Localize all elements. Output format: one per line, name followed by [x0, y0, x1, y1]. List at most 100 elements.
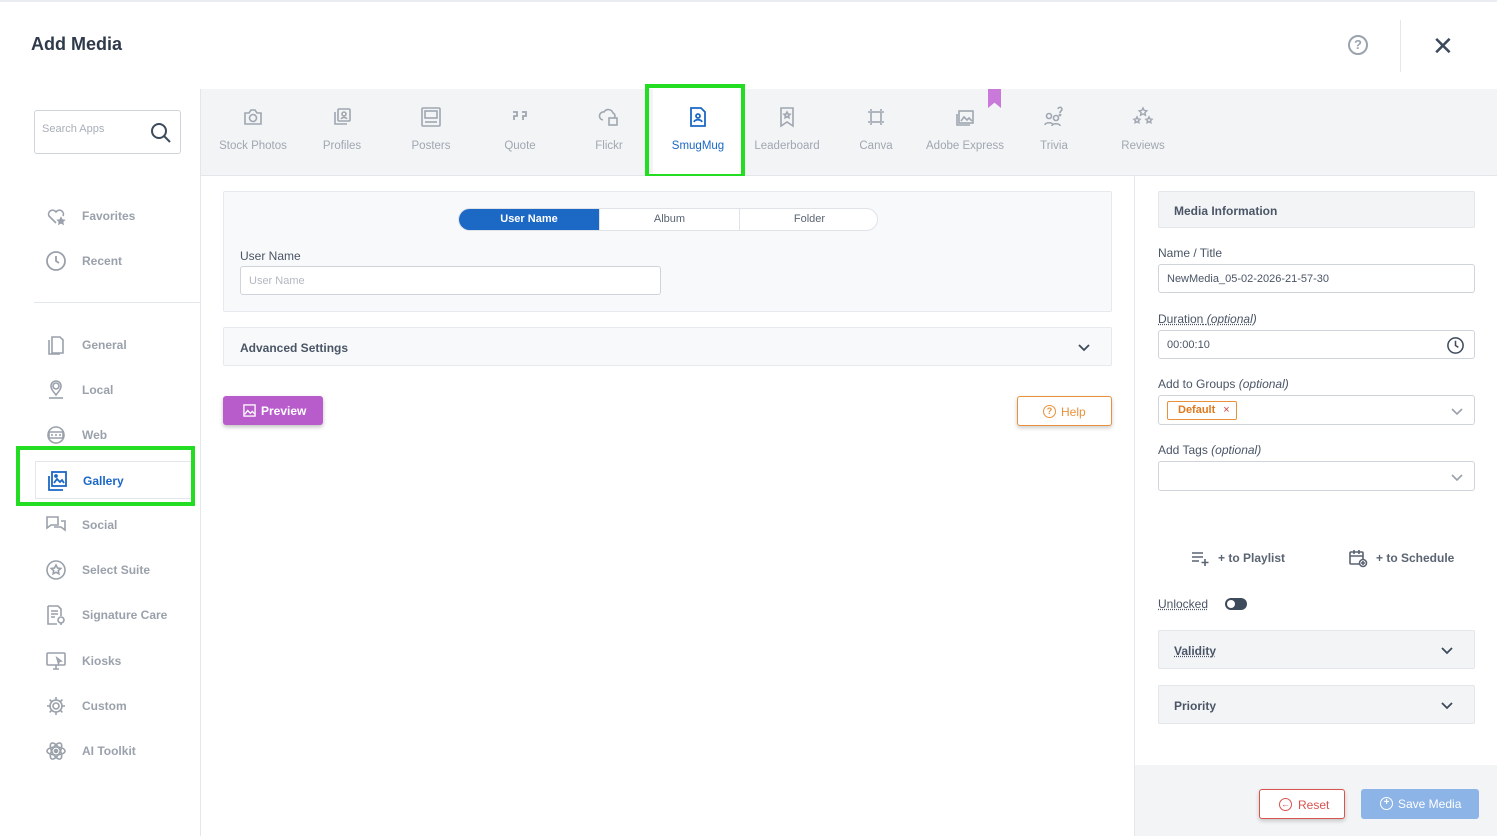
close-icon[interactable]: ✕	[1432, 33, 1454, 59]
optional-tag: (optional)	[1211, 443, 1262, 457]
app-tab-label: Quote	[504, 140, 536, 152]
header-divider	[1400, 20, 1401, 72]
app-tab-posters[interactable]: Posters	[386, 89, 476, 176]
help-button[interactable]: ? Help	[1017, 396, 1112, 426]
app-tab-flickr[interactable]: Flickr	[564, 89, 654, 176]
media-info-panel: Media Information Name / Title Duration …	[1134, 176, 1497, 836]
sidebar-item-web[interactable]: Web	[35, 416, 192, 454]
playlist-add-icon	[1192, 552, 1209, 566]
segment-user-name[interactable]: User Name	[459, 209, 599, 230]
clock-icon	[1447, 337, 1464, 354]
profiles-icon	[334, 108, 351, 125]
app-tab-label: Reviews	[1121, 140, 1165, 152]
preview-label: Preview	[261, 404, 307, 418]
sidebar-item-label: Web	[82, 428, 108, 442]
canva-icon	[868, 109, 884, 125]
reset-button[interactable]: ← Reset	[1259, 789, 1345, 819]
groups-label-text: Add to Groups	[1158, 377, 1236, 391]
trivia-icon	[1044, 106, 1063, 127]
sidebar: Favorites Recent General Local Web Galle…	[0, 176, 201, 836]
segment-album[interactable]: Album	[599, 209, 739, 230]
media-info-heading-label: Media Information	[1174, 204, 1278, 218]
sidebar-item-kiosks[interactable]: Kiosks	[35, 642, 192, 680]
sidebar-item-recent[interactable]: Recent	[35, 242, 192, 280]
app-tab-label: Canva	[859, 140, 893, 152]
gallery-icon	[48, 471, 67, 491]
sidebar-item-label: Kiosks	[82, 654, 122, 668]
optional-tag: (optional)	[1206, 312, 1257, 326]
save-media-button[interactable]: + Save Media	[1361, 789, 1479, 819]
leaderboard-icon	[780, 107, 794, 128]
sidebar-item-label: General	[82, 338, 127, 352]
group-chip-label: Default	[1178, 404, 1216, 416]
segment-folder[interactable]: Folder	[739, 209, 877, 230]
playlist-label: + to Playlist	[1218, 551, 1286, 565]
preview-button[interactable]: Preview	[223, 396, 323, 425]
app-tab-smugmug[interactable]: SmugMug	[653, 89, 743, 176]
ai-toolkit-icon	[46, 742, 66, 760]
app-tab-canva[interactable]: Canva	[831, 89, 921, 176]
search-box[interactable]	[34, 110, 181, 154]
sidebar-item-gallery[interactable]: Gallery	[35, 461, 192, 499]
search-area	[0, 89, 201, 176]
chip-remove-icon[interactable]: ×	[1223, 404, 1229, 416]
source-type-segmented-control: User Name Album Folder	[458, 208, 878, 231]
sidebar-item-label: Gallery	[83, 474, 124, 488]
username-input[interactable]	[240, 266, 661, 295]
duration-input[interactable]	[1158, 330, 1439, 359]
advanced-settings-accordion[interactable]: Advanced Settings	[223, 327, 1112, 366]
duration-label: Duration (optional)	[1158, 312, 1257, 326]
clock-icon	[46, 251, 66, 271]
username-label: User Name	[240, 249, 301, 263]
social-icon	[46, 516, 66, 532]
app-tab-label: SmugMug	[671, 140, 725, 152]
signature-care-icon	[47, 605, 65, 625]
sidebar-item-signature-care[interactable]: Signature Care	[35, 596, 192, 634]
duration-picker-button[interactable]	[1438, 330, 1475, 359]
app-tab-label: Flickr	[595, 140, 623, 152]
app-tab-profiles[interactable]: Profiles	[297, 89, 387, 176]
sidebar-item-ai-toolkit[interactable]: AI Toolkit	[35, 732, 192, 770]
app-tab-stock-photos[interactable]: Stock Photos	[208, 89, 298, 176]
media-info-heading: Media Information	[1158, 191, 1475, 228]
search-input[interactable]	[42, 123, 142, 135]
image-icon	[243, 404, 256, 417]
tags-select[interactable]	[1158, 461, 1475, 491]
chevron-down-icon	[1451, 474, 1463, 482]
name-title-input[interactable]	[1158, 264, 1475, 293]
unlocked-toggle[interactable]	[1225, 598, 1247, 610]
app-tab-quote[interactable]: Quote	[475, 89, 565, 176]
groups-select[interactable]: Default ×	[1158, 395, 1475, 425]
name-title-label: Name / Title	[1158, 246, 1223, 260]
tags-label-text: Add Tags	[1158, 443, 1208, 457]
priority-accordion[interactable]: Priority	[1158, 685, 1475, 724]
app-tab-reviews[interactable]: Reviews	[1098, 89, 1188, 176]
app-tab-label: Stock Photos	[219, 140, 287, 152]
sidebar-item-local[interactable]: Local	[35, 371, 192, 409]
search-icon[interactable]	[149, 121, 173, 145]
add-to-playlist-button[interactable]: + to Playlist	[1190, 548, 1310, 568]
app-tab-label: Trivia	[1040, 140, 1068, 152]
app-tab-label: Adobe Express	[926, 140, 1004, 152]
help-icon[interactable]: ?	[1348, 35, 1368, 55]
sidebar-item-select-suite[interactable]: Select Suite	[35, 551, 192, 589]
posters-icon	[421, 107, 441, 127]
app-tab-leaderboard[interactable]: Leaderboard	[742, 89, 832, 176]
plus-circle-icon: +	[1380, 797, 1393, 810]
sidebar-item-label: Custom	[82, 699, 127, 713]
sidebar-item-general[interactable]: General	[35, 326, 192, 364]
app-toolbar: Stock Photos Profiles Posters Quote Flic…	[201, 89, 1497, 176]
adobe-express-icon	[956, 110, 974, 126]
help-label: Help	[1061, 405, 1086, 419]
sidebar-item-label: Social	[82, 518, 118, 532]
add-to-schedule-button[interactable]: + to Schedule	[1348, 548, 1473, 568]
app-tab-trivia[interactable]: Trivia	[1009, 89, 1099, 176]
sidebar-item-social[interactable]: Social	[35, 506, 192, 544]
unlocked-label: Unlocked	[1158, 597, 1209, 611]
groups-label: Add to Groups (optional)	[1158, 377, 1289, 391]
validity-accordion[interactable]: Validity	[1158, 630, 1475, 669]
sidebar-item-custom[interactable]: Custom	[35, 687, 192, 725]
duration-label-text: Duration	[1158, 312, 1204, 326]
sidebar-item-favorites[interactable]: Favorites	[35, 197, 192, 235]
chevron-down-icon	[1441, 647, 1453, 655]
